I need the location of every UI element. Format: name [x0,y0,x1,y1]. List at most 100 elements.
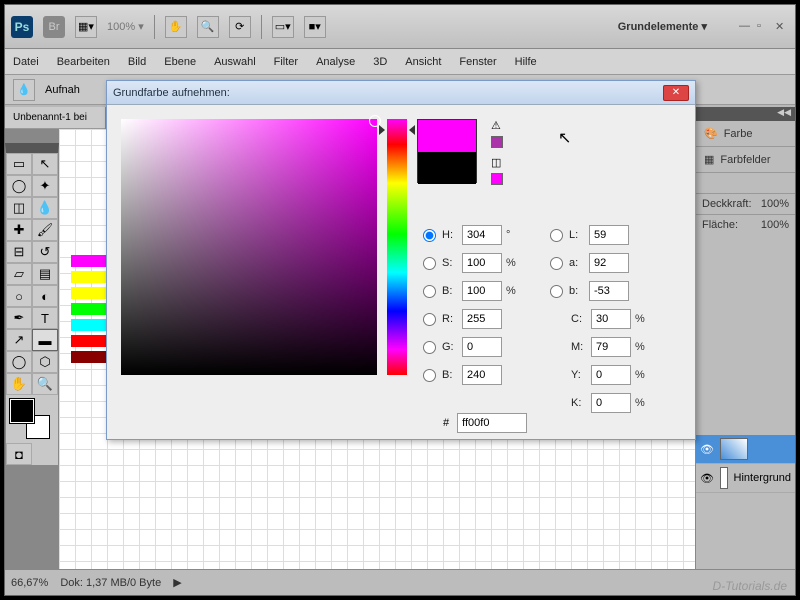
layout-dropdown[interactable]: ▦▾ [75,16,97,38]
radio-bc[interactable] [423,369,436,382]
screen-mode-dropdown[interactable]: ▭▾ [272,16,294,38]
radio-g[interactable] [423,341,436,354]
visibility-icon[interactable]: 👁 [700,442,714,456]
hand-tool[interactable]: ✋ [6,373,32,395]
radio-a[interactable] [550,257,563,270]
menu-window[interactable]: Fenster [459,56,496,68]
maximize-icon[interactable]: ▫ [757,20,771,34]
warning-icon[interactable]: ⚠ [491,119,503,132]
rotate-view-icon[interactable]: ⟳ [229,16,251,38]
layer-selected[interactable]: 👁 [696,435,795,464]
dialog-title: Grundfarbe aufnehmen: [113,87,230,99]
crop-tool[interactable]: ◫ [6,197,32,219]
input-s[interactable] [462,253,502,273]
web-safe-swatch[interactable] [491,136,503,148]
saturation-value-field[interactable] [121,119,377,375]
input-bv[interactable] [462,281,502,301]
notes-tool[interactable]: ◯ [6,351,32,373]
new-color[interactable] [418,120,476,152]
input-m[interactable] [591,337,631,357]
panels: ◀◀ 🎨Farbe ▦Farbfelder Deckkraft:100% Flä… [695,107,795,569]
menu-view[interactable]: Ansicht [405,56,441,68]
lasso-tool[interactable]: ◯ [6,175,32,197]
layer-background[interactable]: 👁 Hintergrund [696,464,795,493]
menu-help[interactable]: Hilfe [515,56,537,68]
bridge-icon[interactable]: Br [43,16,65,38]
radio-b[interactable] [423,285,436,298]
radio-lab-b[interactable] [550,285,563,298]
input-h[interactable] [462,225,502,245]
panel-color[interactable]: 🎨Farbe [696,121,795,147]
cube-icon[interactable]: ◫ [491,156,503,169]
type-tool[interactable]: T [32,307,58,329]
fill-field[interactable]: Fläche:100% [696,214,795,235]
palette-icon: 🎨 [704,127,718,140]
close-icon[interactable]: ✕ [775,20,789,34]
input-y[interactable] [591,365,631,385]
eyedropper-icon[interactable]: 💧 [13,79,35,101]
menu-3d[interactable]: 3D [373,56,387,68]
path-tool[interactable]: ↗ [6,329,32,351]
color-swatches[interactable] [10,399,50,439]
hue-slider[interactable] [387,119,407,375]
menu-layer[interactable]: Ebene [164,56,196,68]
current-color[interactable] [418,152,476,184]
menu-analysis[interactable]: Analyse [316,56,355,68]
dodge-tool[interactable]: ◐ [32,285,58,307]
radio-h[interactable] [423,229,436,242]
brush-tool[interactable]: 🖌 [32,219,58,241]
gradient-tool[interactable]: ▤ [32,263,58,285]
marquee-tool[interactable]: ▭ [6,153,32,175]
arrange-dropdown[interactable]: ■▾ [304,16,326,38]
zoom-dropdown[interactable]: 100% ▾ [107,20,144,33]
menu-select[interactable]: Auswahl [214,56,256,68]
dialog-titlebar[interactable]: Grundfarbe aufnehmen: ✕ [107,81,695,105]
wand-tool[interactable]: ✦ [32,175,58,197]
menu-filter[interactable]: Filter [274,56,298,68]
hex-label: # [443,417,449,429]
menu-file[interactable]: Datei [13,56,39,68]
menu-edit[interactable]: Bearbeiten [57,56,110,68]
zoom-level[interactable]: 66,67% [11,577,48,589]
eraser-tool[interactable]: ▱ [6,263,32,285]
zoom-tool-icon[interactable]: 🔍 [197,16,219,38]
input-bc[interactable] [462,365,502,385]
history-tool[interactable]: ↺ [32,241,58,263]
input-a[interactable] [589,253,629,273]
menu-image[interactable]: Bild [128,56,146,68]
foreground-color[interactable] [10,399,34,423]
dialog-close-button[interactable]: ✕ [663,85,689,101]
minimize-icon[interactable]: — [739,20,753,34]
3d-tool[interactable]: ⬡ [32,351,58,373]
input-g[interactable] [462,337,502,357]
workspace-dropdown[interactable]: Grundelemente ▾ [604,17,721,36]
input-c[interactable] [591,309,631,329]
radio-r[interactable] [423,313,436,326]
zoom-tool[interactable]: 🔍 [32,373,58,395]
heal-tool[interactable]: ✚ [6,219,32,241]
panel-swatches[interactable]: ▦Farbfelder [696,147,795,173]
panel-collapse-icon[interactable]: ◀◀ [696,107,795,121]
radio-l[interactable] [550,229,563,242]
document-tab[interactable]: Unbenannt-1 bei [5,107,105,129]
shape-tool[interactable]: ▬ [32,329,58,351]
radio-s[interactable] [423,257,436,270]
gamut-swatch[interactable] [491,173,503,185]
doc-info[interactable]: Dok: 1,37 MB/0 Byte [60,577,161,589]
input-l[interactable] [589,225,629,245]
move-tool[interactable]: ↖ [32,153,58,175]
eyedropper-tool[interactable]: 💧 [32,197,58,219]
input-hex[interactable] [457,413,527,433]
input-r[interactable] [462,309,502,329]
toolbox: ▭↖ ◯✦ ◫💧 ✚🖌 ⊟↺ ▱▤ ○◐ ✒T ↗▬ ◯⬡ ✋🔍 ◘ [5,143,59,466]
opacity-field[interactable]: Deckkraft:100% [696,193,795,214]
pen-tool[interactable]: ✒ [6,307,32,329]
quickmask-tool[interactable]: ◘ [6,443,32,465]
blur-tool[interactable]: ○ [6,285,32,307]
visibility-icon[interactable]: 👁 [700,471,714,485]
stamp-tool[interactable]: ⊟ [6,241,32,263]
input-k[interactable] [591,393,631,413]
pan-tool-icon[interactable]: ✋ [165,16,187,38]
input-lab-b[interactable] [589,281,629,301]
value-fields: H:° S:% B:% R: G: B: L: a: b: C:% M:% Y:… [423,225,649,413]
